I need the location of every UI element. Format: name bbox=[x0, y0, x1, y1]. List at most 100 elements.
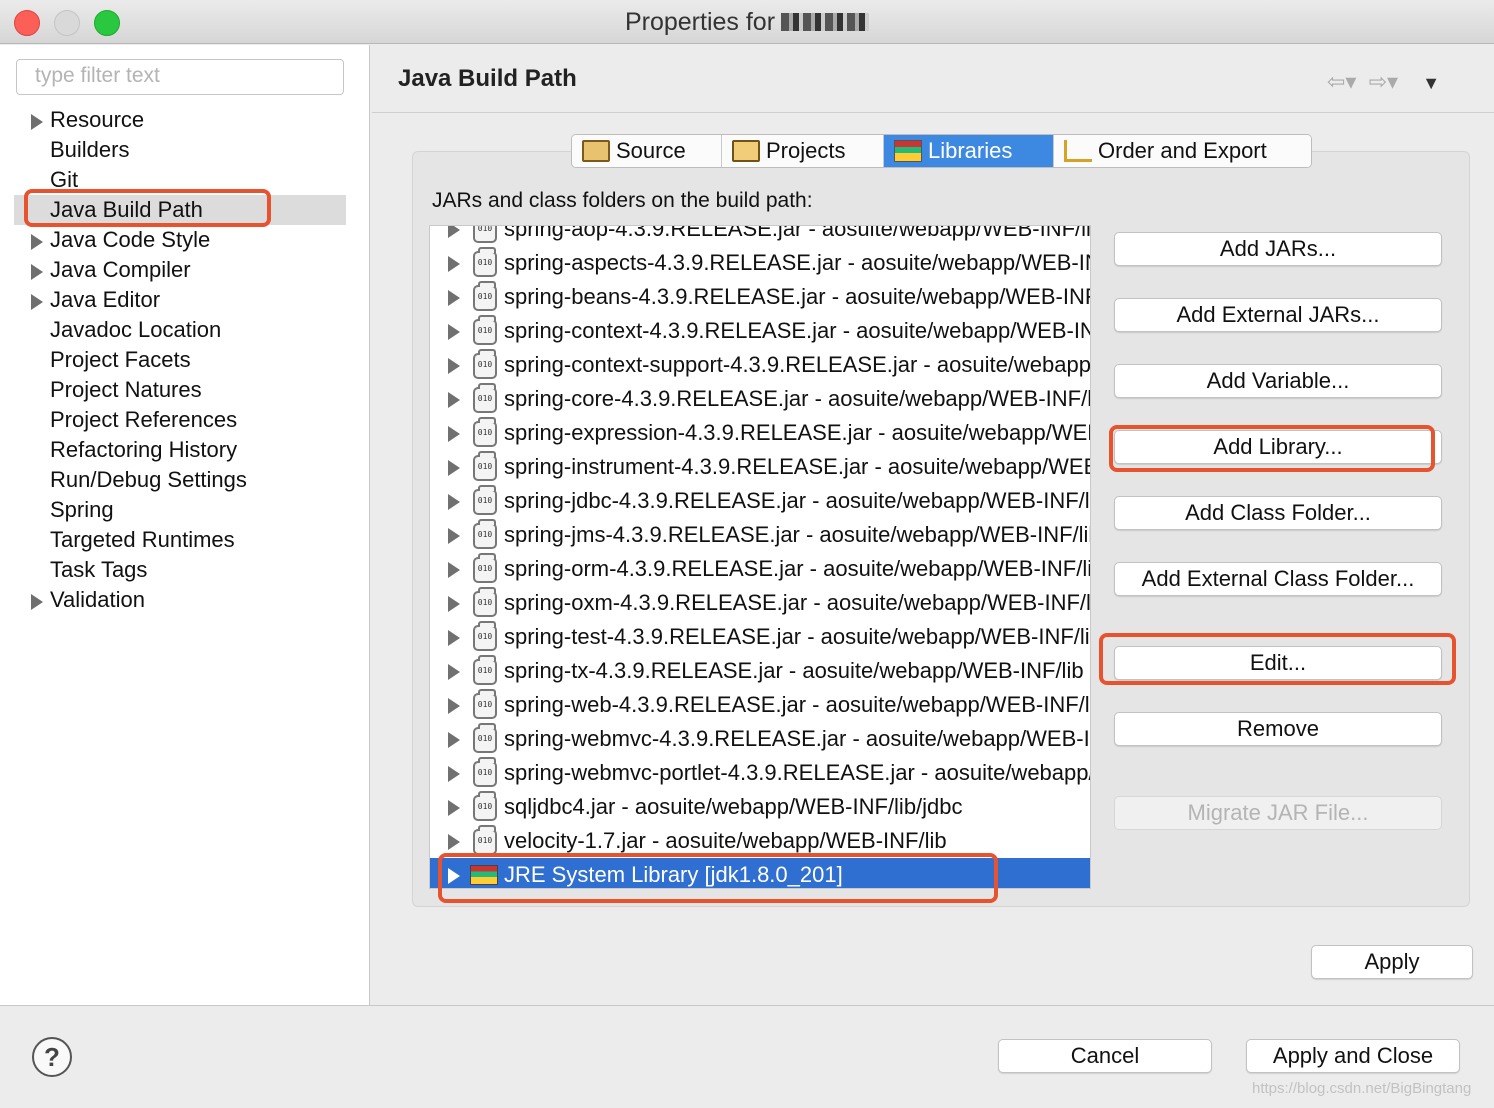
cancel-button[interactable]: Cancel bbox=[998, 1039, 1212, 1073]
expand-triangle-icon[interactable] bbox=[448, 392, 460, 408]
expand-triangle-icon[interactable] bbox=[448, 596, 460, 612]
jar-label: spring-aop-4.3.9.RELEASE.jar - aosuite/w… bbox=[504, 225, 1090, 241]
tree-item[interactable]: Builders bbox=[14, 135, 346, 165]
expand-triangle-icon[interactable] bbox=[31, 114, 43, 130]
tree-item-label: Validation bbox=[50, 587, 145, 612]
jar-row[interactable]: 010 spring-context-4.3.9.RELEASE.jar - ao… bbox=[430, 314, 1090, 348]
jar-row[interactable]: 010 spring-jdbc-4.3.9.RELEASE.jar - aosui… bbox=[430, 484, 1090, 518]
jar-label: spring-jdbc-4.3.9.RELEASE.jar - aosuite/… bbox=[504, 488, 1090, 513]
tree-item[interactable]: Validation bbox=[14, 585, 346, 615]
jar-row[interactable]: 010 spring-oxm-4.3.9.RELEASE.jar - aosuit… bbox=[430, 586, 1090, 620]
expand-triangle-icon[interactable] bbox=[448, 698, 460, 714]
apply-and-close-button[interactable]: Apply and Close bbox=[1246, 1039, 1460, 1073]
jar-file-icon: 010 bbox=[473, 587, 497, 617]
expand-triangle-icon[interactable] bbox=[31, 594, 43, 610]
tree-item[interactable]: Java Compiler bbox=[14, 255, 346, 285]
jar-row[interactable]: 010 spring-webmvc-4.3.9.RELEASE.jar - aos… bbox=[430, 722, 1090, 756]
jar-file-icon: 010 bbox=[473, 825, 497, 855]
tree-item-label: Java Editor bbox=[50, 287, 161, 312]
tree-item[interactable]: Project Natures bbox=[14, 375, 346, 405]
tree-item[interactable]: Resource bbox=[14, 105, 346, 135]
jar-label: spring-context-4.3.9.RELEASE.jar - aosui… bbox=[504, 318, 1090, 343]
tree-item-label: Resource bbox=[50, 107, 145, 132]
tab-libraries[interactable]: Libraries bbox=[884, 135, 1054, 167]
jar-row[interactable]: 010 spring-webmvc-portlet-4.3.9.RELEASE.j… bbox=[430, 756, 1090, 790]
expand-triangle-icon[interactable] bbox=[448, 664, 460, 680]
expand-triangle-icon[interactable] bbox=[448, 256, 460, 272]
tree-item-label: Task Tags bbox=[50, 557, 148, 582]
tree-item[interactable]: Javadoc Location bbox=[14, 315, 346, 345]
tab-order-and-export[interactable]: Order and Export bbox=[1054, 135, 1311, 167]
tab-projects[interactable]: Projects bbox=[722, 135, 884, 167]
watermark: https://blog.csdn.net/BigBingtang bbox=[1252, 1080, 1472, 1097]
tree-item[interactable]: Refactoring History bbox=[14, 435, 346, 465]
expand-triangle-icon[interactable] bbox=[31, 294, 43, 310]
expand-triangle-icon[interactable] bbox=[448, 834, 460, 850]
build-path-list[interactable]: 010 spring-aop-4.3.9.RELEASE.jar - aosuit… bbox=[429, 225, 1091, 889]
jar-row[interactable]: 010 spring-instrument-4.3.9.RELEASE.jar -… bbox=[430, 450, 1090, 484]
jar-label: spring-aspects-4.3.9.RELEASE.jar - aosui… bbox=[504, 250, 1090, 275]
jar-label: spring-core-4.3.9.RELEASE.jar - aosuite/… bbox=[504, 386, 1090, 411]
add-class-folder-button[interactable]: Add Class Folder... bbox=[1114, 496, 1442, 530]
jar-row[interactable]: 010 spring-beans-4.3.9.RELEASE.jar - aosu… bbox=[430, 280, 1090, 314]
expand-triangle-icon[interactable] bbox=[448, 324, 460, 340]
expand-triangle-icon[interactable] bbox=[448, 800, 460, 816]
expand-triangle-icon[interactable] bbox=[448, 766, 460, 782]
jar-row[interactable]: 010 spring-core-4.3.9.RELEASE.jar - aosui… bbox=[430, 382, 1090, 416]
tree-item[interactable]: Java Code Style bbox=[14, 225, 346, 255]
expand-triangle-icon[interactable] bbox=[448, 460, 460, 476]
jar-row[interactable]: 010 spring-orm-4.3.9.RELEASE.jar - aosuit… bbox=[430, 552, 1090, 586]
redacted-project-name bbox=[781, 13, 870, 31]
expand-triangle-icon[interactable] bbox=[448, 528, 460, 544]
tree-item[interactable]: Project References bbox=[14, 405, 346, 435]
source-folder-icon bbox=[582, 140, 610, 162]
add-external-class-folder-button[interactable]: Add External Class Folder... bbox=[1114, 562, 1442, 596]
expand-triangle-icon[interactable] bbox=[448, 732, 460, 748]
jar-label: spring-instrument-4.3.9.RELEASE.jar - ao… bbox=[504, 454, 1090, 479]
add-jars-button[interactable]: Add JARs... bbox=[1114, 232, 1442, 266]
jar-row[interactable]: 010 spring-tx-4.3.9.RELEASE.jar - aosuite… bbox=[430, 654, 1090, 688]
expand-triangle-icon[interactable] bbox=[31, 234, 43, 250]
help-icon[interactable]: ? bbox=[32, 1037, 72, 1077]
jar-row[interactable]: 010 spring-jms-4.3.9.RELEASE.jar - aosuit… bbox=[430, 518, 1090, 552]
expand-triangle-icon[interactable] bbox=[448, 358, 460, 374]
jar-row[interactable]: 010 spring-aspects-4.3.9.RELEASE.jar - ao… bbox=[430, 246, 1090, 280]
expand-triangle-icon[interactable] bbox=[31, 264, 43, 280]
view-menu-icon[interactable]: ▼ bbox=[1422, 73, 1440, 93]
add-variable-button[interactable]: Add Variable... bbox=[1114, 364, 1442, 398]
title-bar: Properties for bbox=[0, 0, 1494, 44]
add-external-jars-button[interactable]: Add External JARs... bbox=[1114, 298, 1442, 332]
expand-triangle-icon[interactable] bbox=[448, 226, 460, 238]
jar-label: spring-web-4.3.9.RELEASE.jar - aosuite/w… bbox=[504, 692, 1090, 717]
header-separator bbox=[372, 112, 1494, 113]
tree-item[interactable]: Spring bbox=[14, 495, 346, 525]
forward-arrow-icon[interactable]: ⇨▾ bbox=[1369, 69, 1398, 94]
filter-input[interactable]: type filter text bbox=[16, 59, 344, 95]
jar-row[interactable]: 010 spring-context-support-4.3.9.RELEASE.… bbox=[430, 348, 1090, 382]
back-arrow-icon[interactable]: ⇦▾ bbox=[1327, 69, 1356, 94]
jar-row[interactable]: 010 spring-test-4.3.9.RELEASE.jar - aosui… bbox=[430, 620, 1090, 654]
jar-label: spring-beans-4.3.9.RELEASE.jar - aosuite… bbox=[504, 284, 1090, 309]
expand-triangle-icon[interactable] bbox=[448, 290, 460, 306]
remove-button[interactable]: Remove bbox=[1114, 712, 1442, 746]
expand-triangle-icon[interactable] bbox=[448, 494, 460, 510]
jar-row[interactable]: 010 spring-web-4.3.9.RELEASE.jar - aosuit… bbox=[430, 688, 1090, 722]
annotation-highlight-jre bbox=[438, 853, 998, 903]
expand-triangle-icon[interactable] bbox=[448, 562, 460, 578]
jar-row[interactable]: 010 spring-expression-4.3.9.RELEASE.jar -… bbox=[430, 416, 1090, 450]
tree-item[interactable]: Project Facets bbox=[14, 345, 346, 375]
tree-item-label: Spring bbox=[50, 497, 114, 522]
expand-triangle-icon[interactable] bbox=[448, 426, 460, 442]
jar-row[interactable]: 010 sqljdbc4.jar - aosuite/webapp/WEB-INF… bbox=[430, 790, 1090, 824]
expand-triangle-icon[interactable] bbox=[448, 630, 460, 646]
page-navigation: ⇦▾ ⇨▾ ▼ bbox=[1327, 69, 1446, 95]
jar-file-icon: 010 bbox=[473, 723, 497, 753]
apply-button[interactable]: Apply bbox=[1311, 945, 1473, 979]
tree-item[interactable]: Targeted Runtimes bbox=[14, 525, 346, 555]
jar-label: spring-orm-4.3.9.RELEASE.jar - aosuite/w… bbox=[504, 556, 1090, 581]
tree-item[interactable]: Run/Debug Settings bbox=[14, 465, 346, 495]
jar-row[interactable]: 010 spring-aop-4.3.9.RELEASE.jar - aosuit… bbox=[430, 225, 1090, 246]
tree-item[interactable]: Task Tags bbox=[14, 555, 346, 585]
tab-source[interactable]: Source bbox=[572, 135, 722, 167]
tree-item[interactable]: Java Editor bbox=[14, 285, 346, 315]
